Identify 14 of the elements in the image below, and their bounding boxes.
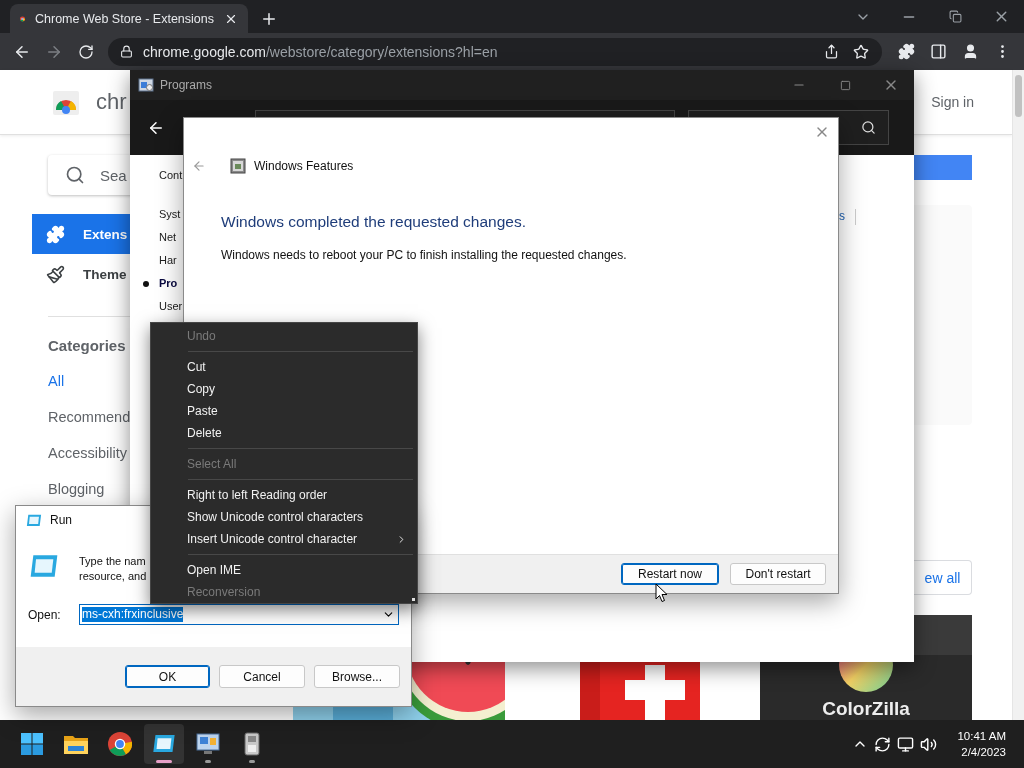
url-text: chrome.google.com/webstore/category/extensions?hl=en xyxy=(143,43,499,60)
window-title: Programs xyxy=(160,78,212,92)
dialog-heading: Windows completed the requested changes. xyxy=(221,213,527,231)
open-label: Open: xyxy=(28,607,62,622)
clock-date: 2/4/2023 xyxy=(961,745,1006,760)
tile-caption: ColorZilla xyxy=(821,698,911,720)
dialog-title: Windows Features xyxy=(254,159,354,173)
dialog-title: Run xyxy=(50,513,72,527)
run-description: Type the nam resource, and xyxy=(79,554,147,584)
dialog-message: Windows needs to reboot your PC to finish installing the requested changes. xyxy=(221,248,628,262)
categories-heading: Categories xyxy=(48,337,127,356)
store-logo-text: chr xyxy=(96,89,127,115)
tab-title: Chrome Web Store - Extensions xyxy=(35,11,214,26)
clock-time: 10:41 AM xyxy=(957,729,1006,744)
